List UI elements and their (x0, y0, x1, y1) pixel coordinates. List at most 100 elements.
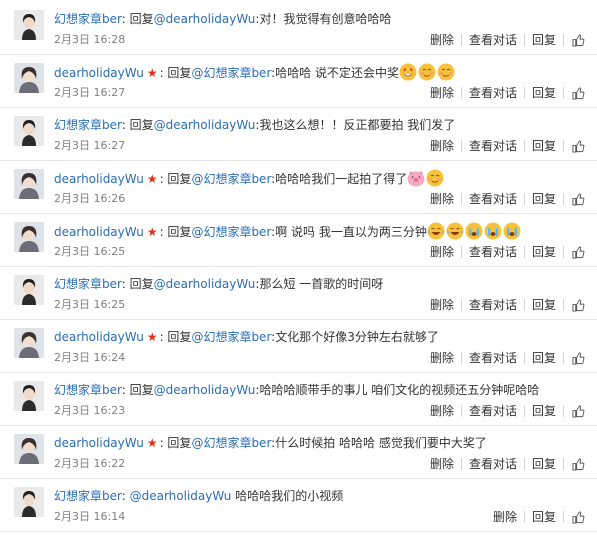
smile-emoji (437, 63, 455, 81)
comment-text-line: 幻想家章ber: 回复@dearholidayWu:那么短 一首歌的时间呀 (54, 275, 589, 293)
laugh-cry-emoji (427, 222, 445, 240)
delete-button[interactable]: 删除 (423, 350, 461, 366)
mention-link[interactable]: @幻想家章ber (191, 172, 271, 186)
avatar[interactable] (14, 169, 44, 199)
comment-item: dearholidayWu ★: 回复@幻想家章ber:什么时候拍 哈哈哈 感觉我… (0, 426, 597, 479)
reply-prefix: : 回复 (159, 436, 192, 450)
comment-item: dearholidayWu ★: 回复@幻想家章ber:文化那个好像3分钟左右就够… (0, 320, 597, 373)
thumbs-up-icon[interactable] (564, 350, 589, 366)
delete-button[interactable]: 删除 (423, 32, 461, 48)
comment-text-line: 幻想家章ber: @dearholidayWu 哈哈哈我们的小视频 (54, 487, 589, 505)
comment-body: :我也这么想！！反正都要拍 我们发了 (255, 118, 456, 132)
view-conversation-button[interactable]: 查看对话 (462, 191, 524, 207)
username-link[interactable]: 幻想家章ber (54, 277, 122, 291)
reply-button[interactable]: 回复 (525, 509, 563, 525)
username-link[interactable]: dearholidayWu (54, 225, 144, 239)
comment-item: 幻想家章ber: 回复@dearholidayWu:我也这么想！！反正都要拍 我… (0, 108, 597, 161)
avatar[interactable] (14, 63, 44, 93)
timestamp: 2月3日 16:24 (54, 351, 126, 364)
avatar[interactable] (14, 328, 44, 358)
username-link[interactable]: 幻想家章ber (54, 489, 122, 503)
comment-actions: 删除 查看对话 回复 (423, 348, 589, 368)
thumbs-up-icon[interactable] (564, 244, 589, 260)
thumbs-up-icon[interactable] (564, 191, 589, 207)
comment-text-line: dearholidayWu ★: 回复@幻想家章ber:文化那个好像3分钟左右就够… (54, 328, 589, 346)
mention-link[interactable]: @dearholidayWu (154, 12, 256, 26)
comment-item: 幻想家章ber: 回复@dearholidayWu:哈哈哈顺带手的事儿 咱们文化… (0, 373, 597, 426)
delete-button[interactable]: 删除 (423, 456, 461, 472)
view-conversation-button[interactable]: 查看对话 (462, 403, 524, 419)
username-link[interactable]: 幻想家章ber (54, 118, 122, 132)
view-conversation-button[interactable]: 查看对话 (462, 244, 524, 260)
smile-emoji (426, 169, 444, 187)
avatar[interactable] (14, 275, 44, 305)
username-link[interactable]: dearholidayWu (54, 172, 144, 186)
view-conversation-button[interactable]: 查看对话 (462, 138, 524, 154)
reply-button[interactable]: 回复 (525, 32, 563, 48)
comment-item: dearholidayWu ★: 回复@幻想家章ber:哈哈哈 说不定还会中奖 2月… (0, 55, 597, 108)
mention-link[interactable]: @dearholidayWu (154, 118, 256, 132)
delete-button[interactable]: 删除 (423, 297, 461, 313)
mention-link[interactable]: @幻想家章ber (191, 330, 271, 344)
thumbs-up-icon[interactable] (564, 32, 589, 48)
timestamp: 2月3日 16:27 (54, 86, 126, 99)
reply-prefix: : 回复 (159, 225, 192, 239)
view-conversation-button[interactable]: 查看对话 (462, 85, 524, 101)
reply-button[interactable]: 回复 (525, 244, 563, 260)
comment-body: :哈哈哈 说不定还会中奖 (271, 66, 400, 80)
delete-button[interactable]: 删除 (423, 138, 461, 154)
reply-button[interactable]: 回复 (525, 403, 563, 419)
mention-link[interactable]: @dearholidayWu (130, 489, 232, 503)
avatar[interactable] (14, 222, 44, 252)
mention-link[interactable]: @幻想家章ber (191, 66, 271, 80)
reply-prefix: : 回复 (121, 383, 154, 397)
reply-prefix: : 回复 (159, 66, 192, 80)
thumbs-up-icon[interactable] (564, 85, 589, 101)
avatar[interactable] (14, 434, 44, 464)
view-conversation-button[interactable]: 查看对话 (462, 456, 524, 472)
avatar[interactable] (14, 10, 44, 40)
timestamp: 2月3日 16:23 (54, 404, 126, 417)
mention-link[interactable]: @幻想家章ber (191, 436, 271, 450)
delete-button[interactable]: 删除 (423, 244, 461, 260)
delete-button[interactable]: 删除 (486, 509, 524, 525)
username-link[interactable]: dearholidayWu (54, 330, 144, 344)
username-link[interactable]: dearholidayWu (54, 436, 144, 450)
thumbs-up-icon[interactable] (564, 509, 589, 525)
thumbs-up-icon[interactable] (564, 403, 589, 419)
comment-actions: 删除 查看对话 回复 (423, 242, 589, 262)
delete-button[interactable]: 删除 (423, 85, 461, 101)
thumbs-up-icon[interactable] (564, 138, 589, 154)
comment-item: 幻想家章ber: 回复@dearholidayWu:对！我觉得有创意哈哈哈 2月3… (0, 2, 597, 55)
view-conversation-button[interactable]: 查看对话 (462, 297, 524, 313)
reply-button[interactable]: 回复 (525, 191, 563, 207)
username-link[interactable]: 幻想家章ber (54, 383, 122, 397)
crying-emoji (503, 222, 521, 240)
laugh-cry-emoji (446, 222, 464, 240)
verified-star-icon: ★ (146, 66, 158, 80)
mention-link[interactable]: @dearholidayWu (154, 383, 256, 397)
reply-button[interactable]: 回复 (525, 85, 563, 101)
comment-actions: 删除 查看对话 回复 (423, 454, 589, 474)
comment-item: 幻想家章ber: @dearholidayWu 哈哈哈我们的小视频 2月3日 16… (0, 479, 597, 532)
avatar[interactable] (14, 381, 44, 411)
reply-button[interactable]: 回复 (525, 350, 563, 366)
avatar[interactable] (14, 116, 44, 146)
delete-button[interactable]: 删除 (423, 403, 461, 419)
delete-button[interactable]: 删除 (423, 191, 461, 207)
reply-button[interactable]: 回复 (525, 297, 563, 313)
avatar[interactable] (14, 487, 44, 517)
thumbs-up-icon[interactable] (564, 297, 589, 313)
timestamp: 2月3日 16:22 (54, 457, 126, 470)
username-link[interactable]: dearholidayWu (54, 66, 144, 80)
view-conversation-button[interactable]: 查看对话 (462, 32, 524, 48)
comment-actions: 删除 查看对话 回复 (423, 83, 589, 103)
view-conversation-button[interactable]: 查看对话 (462, 350, 524, 366)
mention-link[interactable]: @dearholidayWu (154, 277, 256, 291)
reply-button[interactable]: 回复 (525, 138, 563, 154)
thumbs-up-icon[interactable] (564, 456, 589, 472)
username-link[interactable]: 幻想家章ber (54, 12, 122, 26)
mention-link[interactable]: @幻想家章ber (191, 225, 271, 239)
reply-button[interactable]: 回复 (525, 456, 563, 472)
reply-prefix: : 回复 (121, 12, 154, 26)
